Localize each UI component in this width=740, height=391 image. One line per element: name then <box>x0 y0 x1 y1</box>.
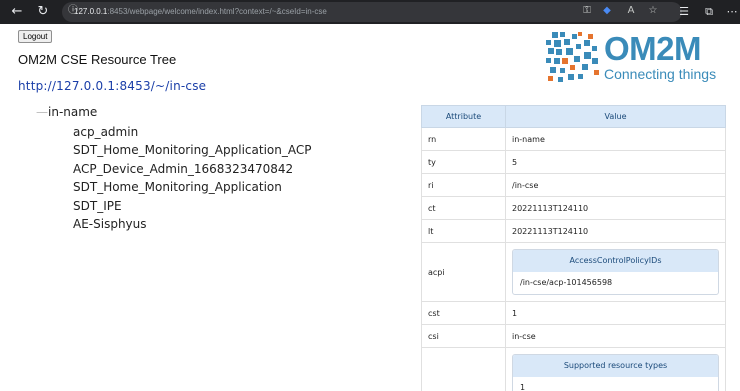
tree-item[interactable]: acp_admin <box>73 123 311 141</box>
om2m-logo: OM2M Connecting things <box>544 30 730 86</box>
attribute-value: 5 <box>505 150 726 174</box>
srt-subtable: Supported resource types 1 <box>512 354 719 391</box>
value-column-header: Value <box>505 105 726 128</box>
attribute-key: rn <box>421 127 506 151</box>
srt-subtable-header: Supported resource types <box>513 355 718 377</box>
srt-subtable-value: 1 <box>520 383 526 391</box>
tree-root[interactable]: —in-name <box>36 105 97 119</box>
page-title: OM2M CSE Resource Tree <box>18 52 177 67</box>
acpi-subtable-header: AccessControlPolicyIDs <box>513 250 718 272</box>
tree-item[interactable]: ACP_Device_Admin_1668323470842 <box>73 160 311 178</box>
tree-connector: — <box>36 105 48 119</box>
tag-icon[interactable]: ◆ <box>600 4 614 18</box>
info-icon[interactable]: ⓘ <box>66 4 80 18</box>
attribute-table: Attribute Value rn in-name ty 5 ri /in-c… <box>421 105 726 391</box>
tree-item[interactable]: SDT_Home_Monitoring_Application_ACP <box>73 141 311 159</box>
attribute-value: /in-cse <box>505 173 726 197</box>
cse-url-link[interactable]: http://127.0.0.1:8453/~/in-cse <box>18 79 206 93</box>
more-icon[interactable]: ⋯ <box>724 4 740 20</box>
table-row: lt 20221113T124110 <box>421 219 726 243</box>
tree-children: acp_admin SDT_Home_Monitoring_Applicatio… <box>73 123 311 233</box>
table-row: ct 20221113T124110 <box>421 196 726 220</box>
attribute-column-header: Attribute <box>421 105 506 128</box>
table-row-srt: Supported resource types 1 <box>421 347 726 391</box>
attribute-value: 20221113T124110 <box>505 219 726 243</box>
address-path: :8453/webpage/welcome/index.html?context… <box>107 7 327 16</box>
table-header: Attribute Value <box>421 105 726 128</box>
back-icon[interactable]: ← <box>8 3 26 21</box>
attribute-key: ty <box>421 150 506 174</box>
acpi-subtable: AccessControlPolicyIDs /in-cse/acp-10145… <box>512 249 719 295</box>
favorites-bar-icon[interactable]: ☰ <box>676 4 692 20</box>
attribute-value: 20221113T124110 <box>505 196 726 220</box>
logout-button[interactable]: Logout <box>18 30 53 43</box>
table-row: ri /in-cse <box>421 173 726 197</box>
logo-mosaic-icon <box>546 32 599 82</box>
attribute-key: cst <box>421 301 506 325</box>
attribute-key: ri <box>421 173 506 197</box>
tree-root-label: in-name <box>48 105 98 119</box>
attribute-key: acpi <box>421 242 506 302</box>
table-row: cst 1 <box>421 301 726 325</box>
acpi-cell: AccessControlPolicyIDs /in-cse/acp-10145… <box>505 242 726 302</box>
table-row: ty 5 <box>421 150 726 174</box>
attribute-value: 1 <box>505 301 726 325</box>
table-row-acpi: acpi AccessControlPolicyIDs /in-cse/acp-… <box>421 242 726 302</box>
attribute-key: csi <box>421 324 506 348</box>
tree-item[interactable]: SDT_IPE <box>73 197 311 215</box>
table-row: csi in-cse <box>421 324 726 348</box>
collections-icon[interactable]: ⧉ <box>701 4 717 20</box>
key-icon[interactable]: ⚿ <box>580 4 594 18</box>
acpi-subtable-value: /in-cse/acp-101456598 <box>520 278 613 287</box>
attribute-key: ct <box>421 196 506 220</box>
browser-toolbar: ← ↻ 127.0.0.1:8453/webpage/welcome/index… <box>0 0 740 24</box>
table-row: rn in-name <box>421 127 726 151</box>
attribute-key: lt <box>421 219 506 243</box>
read-aloud-icon[interactable]: A <box>624 4 638 18</box>
logo-wordmark: OM2M <box>604 30 702 67</box>
reload-icon[interactable]: ↻ <box>34 3 52 21</box>
srt-cell: Supported resource types 1 <box>505 347 726 391</box>
attribute-key <box>421 347 506 391</box>
tree-item[interactable]: SDT_Home_Monitoring_Application <box>73 178 311 196</box>
favorite-icon[interactable]: ☆ <box>646 4 660 18</box>
logo-tagline: Connecting things <box>604 66 717 82</box>
attribute-value: in-cse <box>505 324 726 348</box>
attribute-value: in-name <box>505 127 726 151</box>
tree-item[interactable]: AE-Sisphyus <box>73 215 311 233</box>
